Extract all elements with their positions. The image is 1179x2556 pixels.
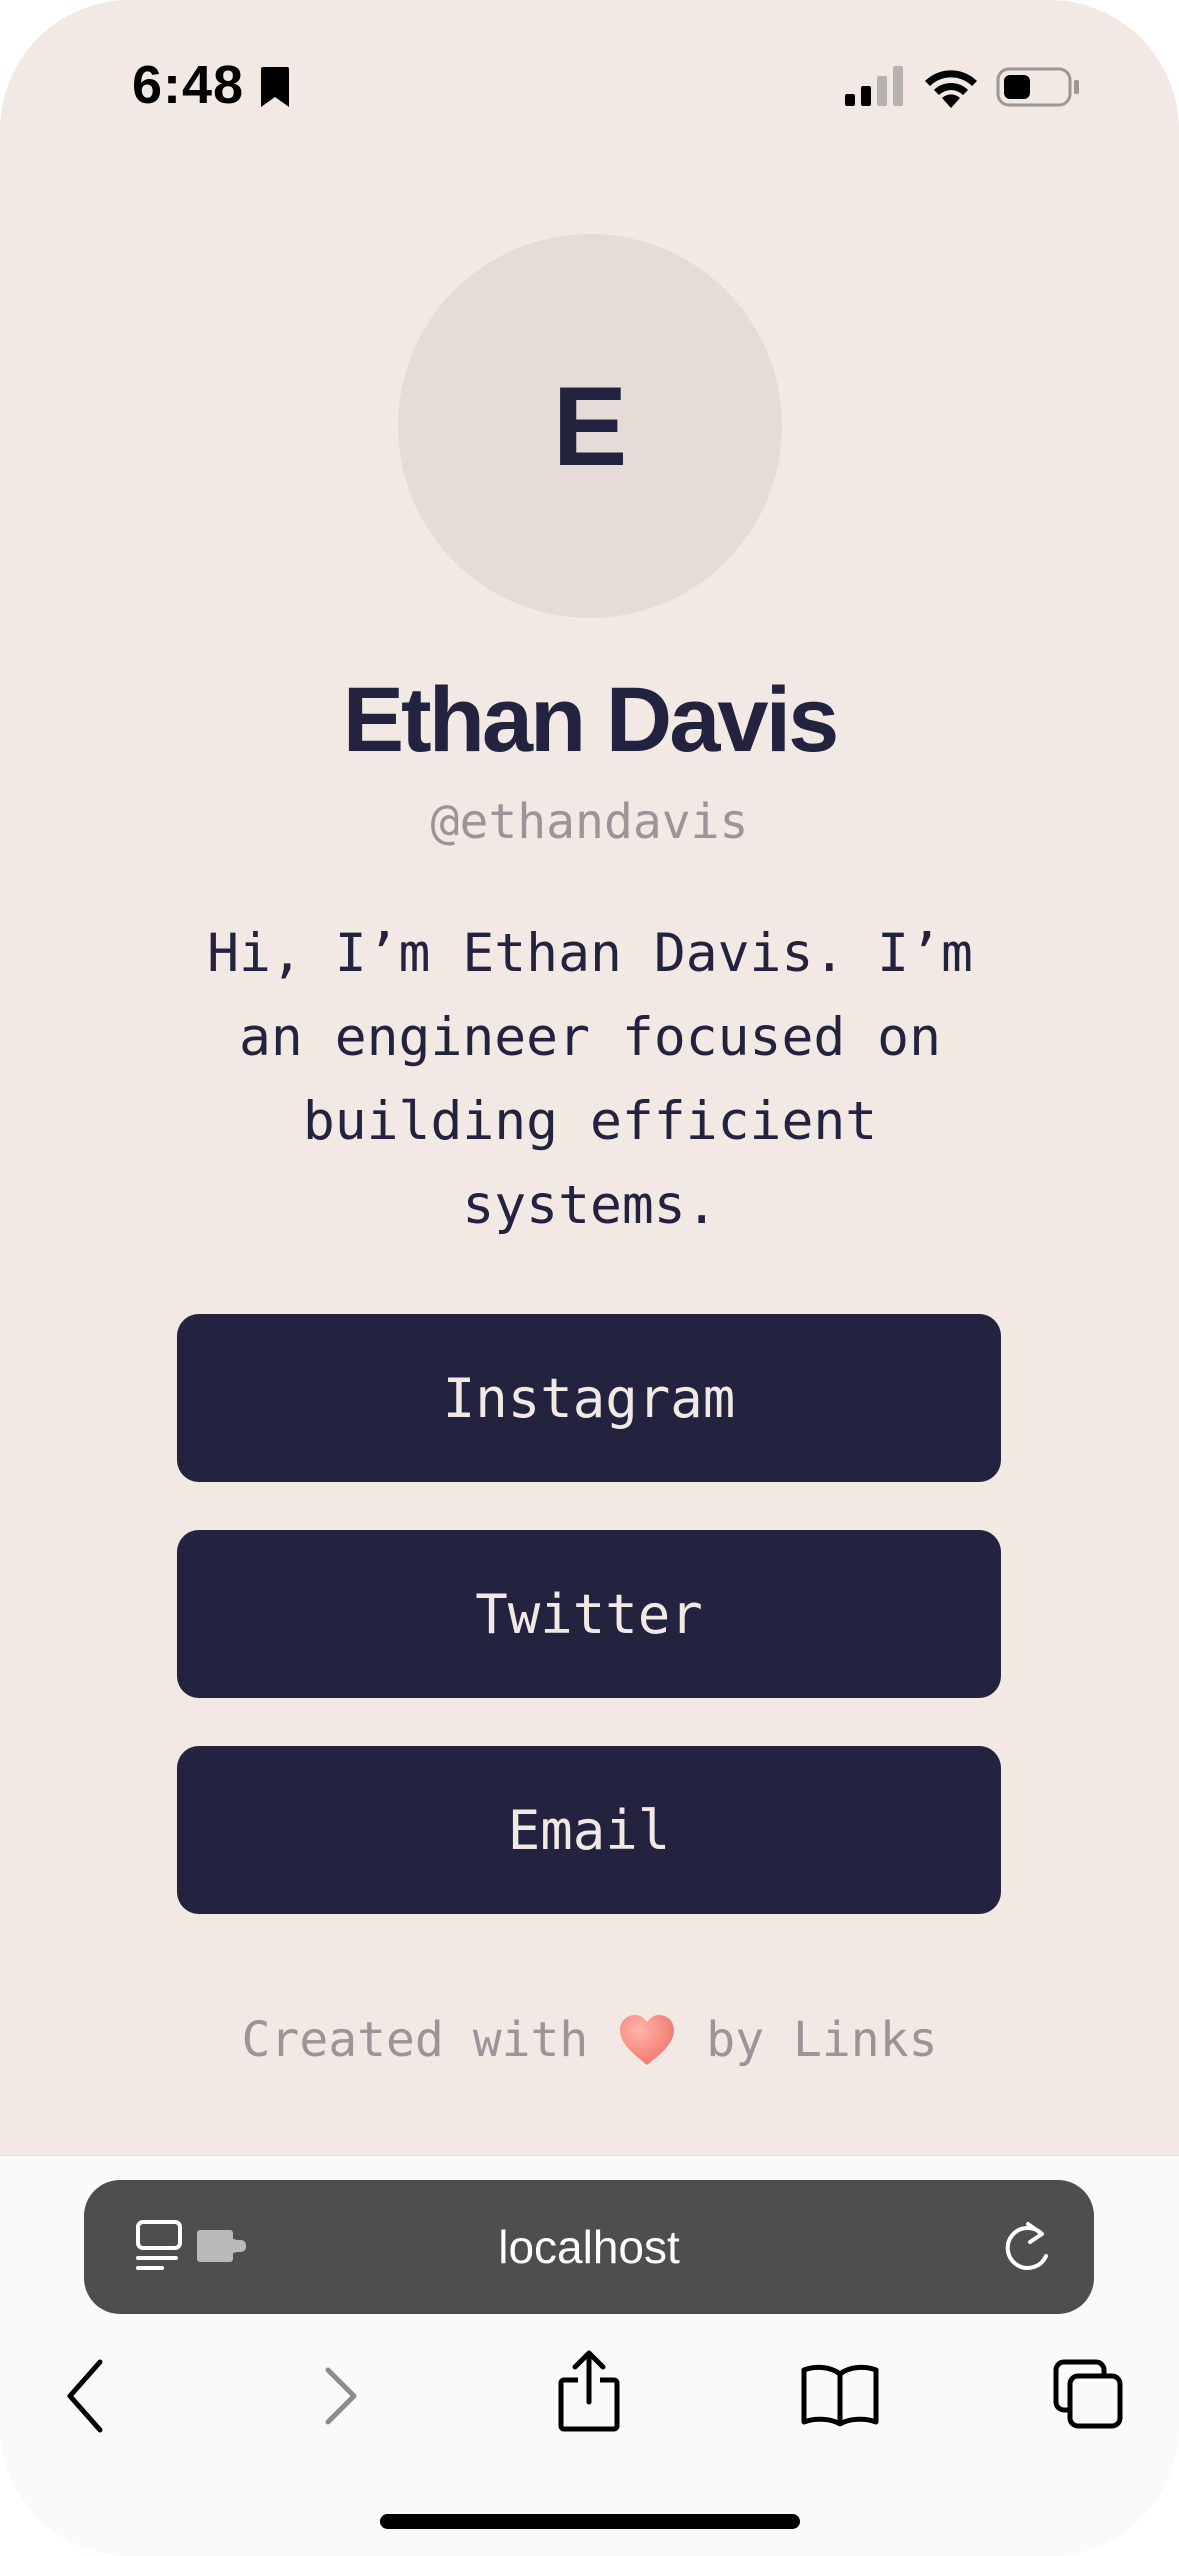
- avatar: E: [398, 234, 782, 618]
- share-icon[interactable]: [556, 2348, 622, 2432]
- avatar-initial: E: [552, 363, 628, 489]
- address-bar[interactable]: localhost: [84, 2180, 1094, 2314]
- bookmarks-icon[interactable]: [800, 2362, 880, 2428]
- phone-screen: 6:48 E Ethan Davis @ethandavis Hi, I’m E…: [0, 0, 1179, 2556]
- footer-prefix: Created with: [241, 2012, 589, 2068]
- extension-icon[interactable]: [196, 2226, 250, 2266]
- profile-name: Ethan Davis: [342, 669, 840, 771]
- tabs-icon[interactable]: [1052, 2358, 1124, 2430]
- profile-handle: @ethandavis: [430, 794, 749, 850]
- email-link-button[interactable]: Email: [177, 1746, 1001, 1914]
- browser-toolbar: localhost: [0, 2155, 1179, 2556]
- cellular-signal-icon: [845, 66, 903, 106]
- page-menu-icon[interactable]: [134, 2218, 184, 2274]
- footer-suffix: by Links: [706, 2012, 938, 2068]
- instagram-link-button[interactable]: Instagram: [177, 1314, 1001, 1482]
- home-indicator: [380, 2514, 800, 2529]
- profile-bio: Hi, I’m Ethan Davis. I’m an engineer foc…: [207, 923, 973, 1236]
- wifi-icon: [925, 70, 977, 108]
- forward-icon[interactable]: [318, 2356, 366, 2436]
- battery-icon: [996, 67, 1079, 107]
- reload-icon[interactable]: [1002, 2220, 1054, 2276]
- heart-icon: [620, 2015, 675, 2065]
- twitter-link-button[interactable]: Twitter: [177, 1530, 1001, 1698]
- status-time: 6:48: [132, 55, 245, 115]
- bookmark-icon: [261, 67, 289, 107]
- back-icon[interactable]: [62, 2356, 110, 2436]
- footer-credit: Created with by Links: [0, 2012, 1179, 2068]
